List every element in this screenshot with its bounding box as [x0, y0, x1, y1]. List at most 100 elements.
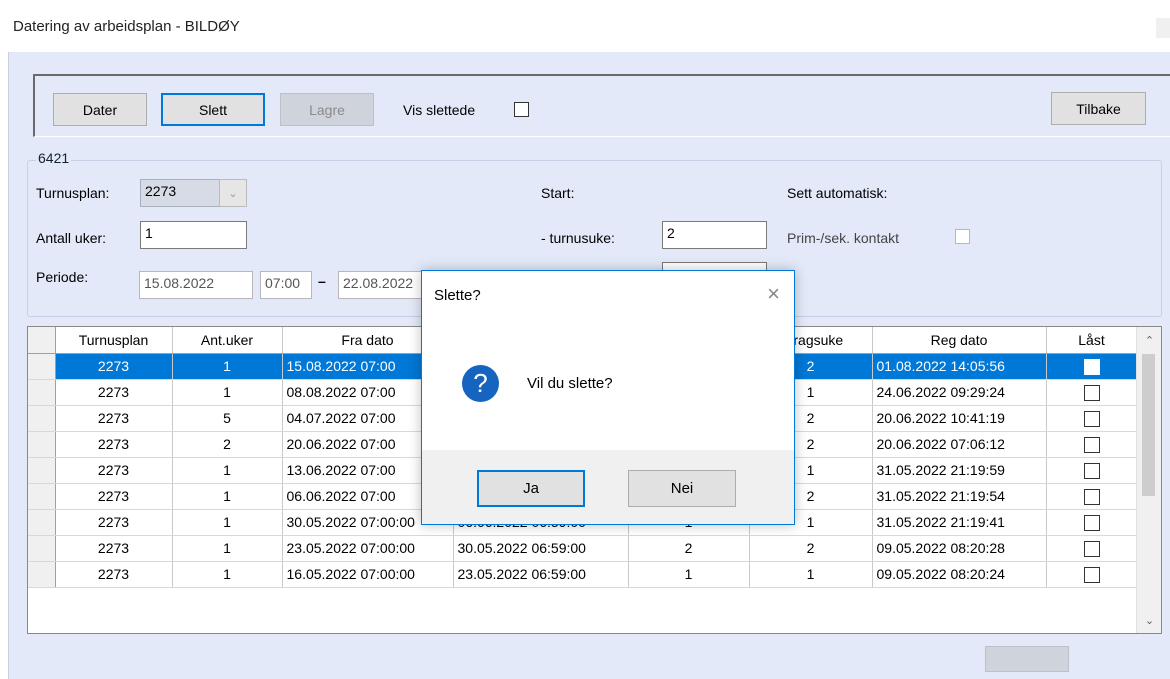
cell-reg[interactable]: 31.05.2022 21:19:54: [872, 483, 1047, 510]
prim-sek-label: Prim-/sek. kontakt: [787, 230, 900, 246]
cell-antuker[interactable]: 1: [172, 535, 283, 562]
cell-turnusplan[interactable]: 2273: [55, 457, 173, 484]
scroll-down-icon[interactable]: ⌄: [1137, 609, 1161, 631]
table-row[interactable]: 2273 1 23.05.2022 07:00:00 30.05.2022 06:59…: [28, 535, 1138, 562]
antall-uker-label: Antall uker:: [36, 230, 107, 246]
col-antuker[interactable]: Ant.uker: [172, 327, 283, 354]
row-header-corner: [28, 327, 56, 354]
cell-turnusplan[interactable]: 2273: [55, 509, 173, 536]
window-close-icon[interactable]: [1156, 18, 1170, 38]
last-checkbox[interactable]: [1083, 358, 1100, 375]
vertical-scrollbar[interactable]: ⌃ ⌄: [1136, 327, 1161, 633]
cell-last: [1046, 509, 1138, 536]
cell-reg[interactable]: 09.05.2022 08:20:28: [872, 535, 1047, 562]
cell-antuker[interactable]: 1: [172, 379, 283, 406]
periode-from-date[interactable]: 15.08.2022: [139, 271, 253, 299]
cell-last: [1046, 457, 1138, 484]
row-header[interactable]: [28, 483, 56, 510]
last-checkbox[interactable]: [1083, 462, 1100, 479]
cell-til[interactable]: 30.05.2022 06:59:00: [453, 535, 629, 562]
dialog-close-icon[interactable]: ×: [767, 281, 780, 307]
cell-reg[interactable]: 31.05.2022 21:19:41: [872, 509, 1047, 536]
turnusplan-combo[interactable]: 2273: [140, 179, 220, 207]
periode-to-date[interactable]: 22.08.2022: [338, 271, 422, 299]
last-checkbox[interactable]: [1083, 566, 1100, 583]
cell-turnusplan[interactable]: 2273: [55, 405, 173, 432]
toolbar: Dater Slett Lagre Vis slettede Tilbake: [33, 74, 1170, 137]
question-icon: ?: [462, 365, 499, 402]
row-header[interactable]: [28, 353, 56, 380]
col-reg-dato[interactable]: Reg dato: [872, 327, 1047, 354]
cell-turnusplan[interactable]: 2273: [55, 535, 173, 562]
last-checkbox[interactable]: [1083, 384, 1100, 401]
row-header[interactable]: [28, 509, 56, 536]
periode-separator: –: [318, 273, 326, 289]
cell-reg[interactable]: 24.06.2022 09:29:24: [872, 379, 1047, 406]
lagre-button[interactable]: Lagre: [280, 93, 374, 126]
cell-reg[interactable]: 20.06.2022 10:41:19: [872, 405, 1047, 432]
cell-turnusplan[interactable]: 2273: [55, 431, 173, 458]
row-header[interactable]: [28, 535, 56, 562]
row-header[interactable]: [28, 457, 56, 484]
col-turnusplan[interactable]: Turnusplan: [55, 327, 173, 354]
nei-button[interactable]: Nei: [628, 470, 736, 507]
cell-reg[interactable]: 20.06.2022 07:06:12: [872, 431, 1047, 458]
group-title: 6421: [36, 150, 72, 166]
periode-label: Periode:: [36, 269, 89, 285]
cell-antuker[interactable]: 1: [172, 509, 283, 536]
last-checkbox[interactable]: [1083, 410, 1100, 427]
slett-button[interactable]: Slett: [161, 93, 265, 126]
last-checkbox[interactable]: [1083, 540, 1100, 557]
ja-button[interactable]: Ja: [477, 470, 585, 507]
cell-turnusplan[interactable]: 2273: [55, 483, 173, 510]
cell-oppdrag[interactable]: 1: [749, 561, 873, 588]
last-checkbox[interactable]: [1083, 488, 1100, 505]
turnusuke-input[interactable]: 2: [662, 221, 767, 249]
cell-reg[interactable]: 09.05.2022 08:20:24: [872, 561, 1047, 588]
cell-oppdrag[interactable]: 2: [749, 535, 873, 562]
cell-last: [1046, 561, 1138, 588]
window-title: Datering av arbeidsplan - BILDØY: [13, 18, 240, 35]
cell-turnusplan[interactable]: 2273: [55, 379, 173, 406]
table-row[interactable]: 2273 1 16.05.2022 07:00:00 23.05.2022 06:59…: [28, 561, 1138, 588]
turnusplan-label: Turnusplan:: [36, 185, 110, 201]
cell-last: [1046, 405, 1138, 432]
cell-turnusuke[interactable]: 2: [628, 535, 750, 562]
cell-turnusplan[interactable]: 2273: [55, 353, 173, 380]
periode-from-time[interactable]: 07:00: [260, 271, 312, 299]
cell-reg[interactable]: 01.08.2022 14:05:56: [872, 353, 1047, 380]
row-header[interactable]: [28, 561, 56, 588]
prim-sek-checkbox[interactable]: [955, 229, 970, 244]
turnusuke-label: - turnusuke:: [541, 230, 615, 246]
cell-turnusplan[interactable]: 2273: [55, 561, 173, 588]
cell-fra[interactable]: 16.05.2022 07:00:00: [282, 561, 454, 588]
cell-antuker[interactable]: 5: [172, 405, 283, 432]
cell-last: [1046, 483, 1138, 510]
cell-fra[interactable]: 23.05.2022 07:00:00: [282, 535, 454, 562]
cell-antuker[interactable]: 1: [172, 457, 283, 484]
scroll-up-icon[interactable]: ⌃: [1137, 329, 1161, 351]
chevron-down-icon[interactable]: ⌄: [219, 179, 247, 207]
title-bar: Datering av arbeidsplan - BILDØY: [0, 0, 1170, 52]
row-header[interactable]: [28, 405, 56, 432]
cell-antuker[interactable]: 2: [172, 431, 283, 458]
last-checkbox[interactable]: [1083, 436, 1100, 453]
row-header[interactable]: [28, 431, 56, 458]
bottom-disabled-button[interactable]: [985, 646, 1069, 672]
col-last[interactable]: Låst: [1046, 327, 1138, 354]
row-header[interactable]: [28, 379, 56, 406]
cell-turnusuke[interactable]: 1: [628, 561, 750, 588]
cell-antuker[interactable]: 1: [172, 561, 283, 588]
vis-slettede-checkbox[interactable]: [514, 102, 529, 117]
antall-uker-input[interactable]: 1: [140, 221, 247, 249]
scroll-thumb[interactable]: [1142, 354, 1155, 496]
dater-button[interactable]: Dater: [53, 93, 147, 126]
tilbake-button[interactable]: Tilbake: [1051, 92, 1146, 125]
last-checkbox[interactable]: [1083, 514, 1100, 531]
cell-antuker[interactable]: 1: [172, 353, 283, 380]
cell-til[interactable]: 23.05.2022 06:59:00: [453, 561, 629, 588]
dialog-title: Slette?: [434, 287, 481, 304]
dialog-message: Vil du slette?: [527, 375, 613, 392]
cell-reg[interactable]: 31.05.2022 21:19:59: [872, 457, 1047, 484]
cell-antuker[interactable]: 1: [172, 483, 283, 510]
